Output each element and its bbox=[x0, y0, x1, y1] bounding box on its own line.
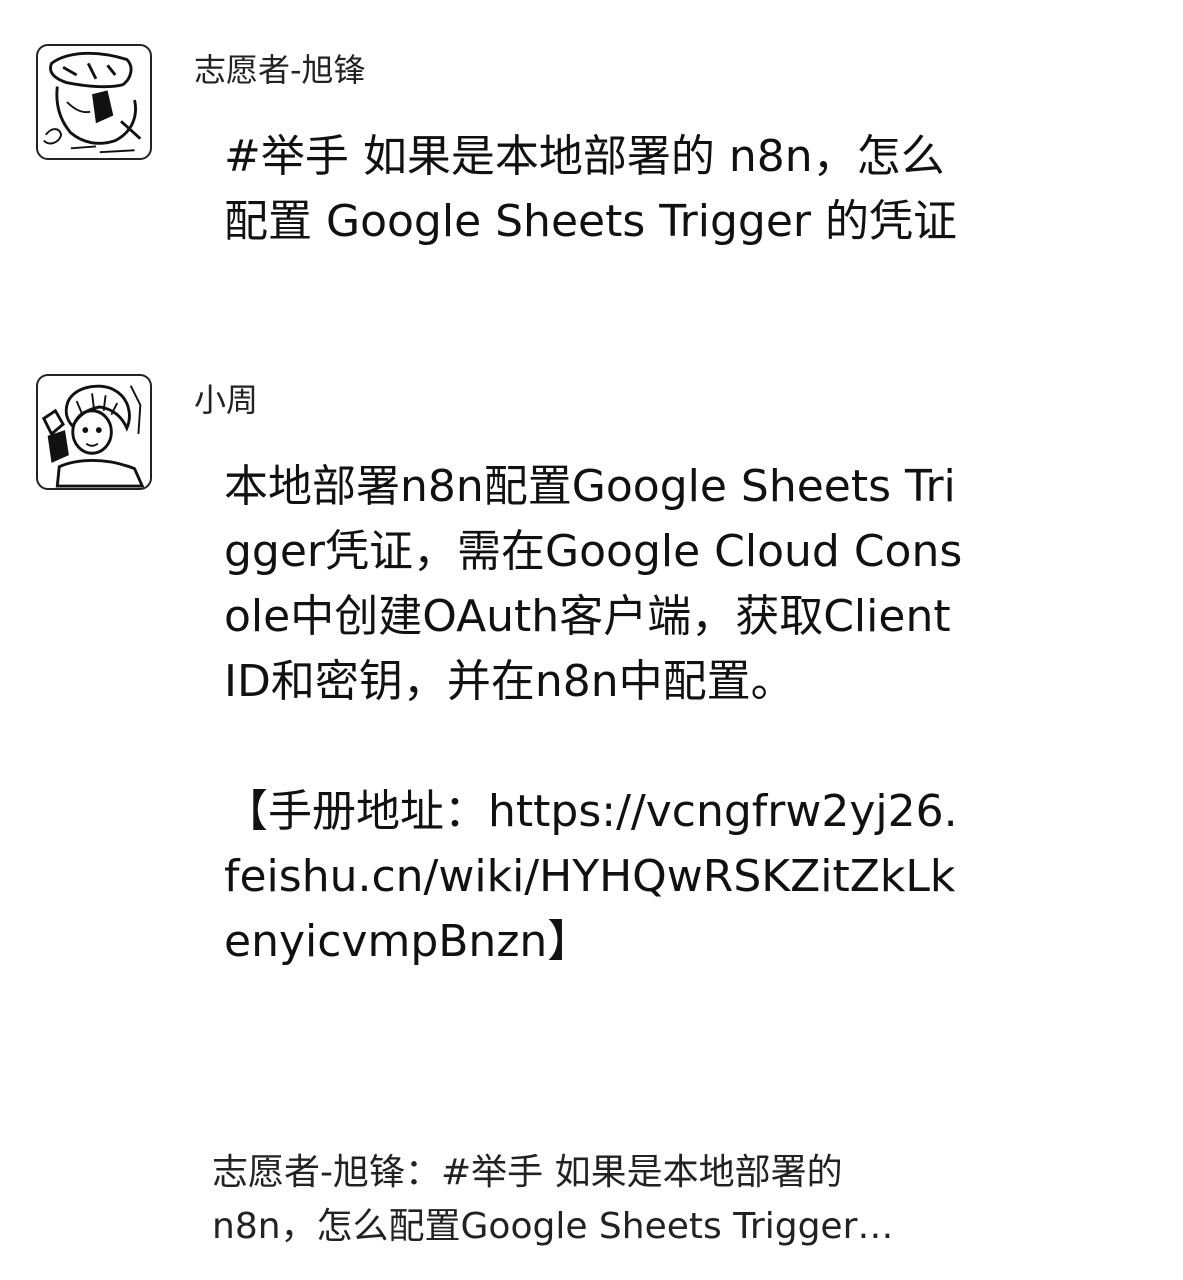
sender-name: 小周 bbox=[194, 381, 259, 419]
message-text[interactable]: #举手 如果是本地部署的 n8n，怎么配置 Google Sheets Trig… bbox=[224, 124, 969, 254]
sender-name: 志愿者-旭锋 bbox=[194, 51, 366, 89]
sender-avatar[interactable] bbox=[36, 44, 152, 160]
anime-avatar-icon bbox=[41, 384, 145, 488]
quoted-message-line: 志愿者-旭锋：#举手 如果是本地部署的 bbox=[212, 1152, 843, 1193]
sender-avatar[interactable] bbox=[36, 374, 152, 490]
quoted-message-line: n8n，怎么配置Google Sheets Trigger… bbox=[212, 1206, 894, 1247]
sketch-avatar-icon bbox=[43, 51, 142, 154]
message-text[interactable]: 本地部署n8n配置Google Sheets Trigger凭证，需在Googl… bbox=[224, 454, 969, 974]
quoted-message[interactable]: 志愿者-旭锋：#举手 如果是本地部署的 n8n，怎么配置Google Sheet… bbox=[212, 1146, 952, 1254]
